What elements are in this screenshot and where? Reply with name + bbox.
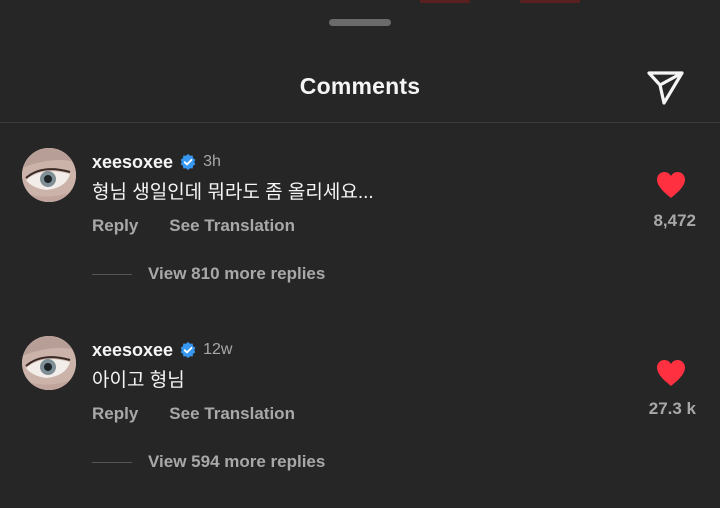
header-divider (0, 122, 720, 123)
heart-icon[interactable] (655, 170, 687, 200)
comment-header: xeesoxee 3h (92, 150, 221, 174)
reply-button[interactable]: Reply (92, 404, 138, 424)
verified-badge-icon (180, 341, 196, 359)
username[interactable]: xeesoxee (92, 340, 173, 361)
comment-actions: Reply See Translation (92, 404, 295, 424)
comment-timestamp: 3h (203, 153, 221, 170)
replies-divider-line (92, 461, 132, 463)
see-translation-button[interactable]: See Translation (169, 404, 295, 424)
comment-text: 아이고 형님 (92, 370, 185, 391)
avatar[interactable] (22, 336, 76, 390)
heart-icon[interactable] (655, 358, 687, 388)
comment-text: 형님 생일인데 뭐라도 좀 올리세요... (92, 182, 374, 203)
reply-button[interactable]: Reply (92, 216, 138, 236)
send-icon[interactable] (644, 65, 686, 107)
avatar[interactable] (22, 148, 76, 202)
sheet-grab-handle[interactable] (329, 19, 391, 26)
see-translation-button[interactable]: See Translation (169, 216, 295, 236)
comment-item: xeesoxee 12w 아이고 형님 Reply See Translatio… (0, 336, 720, 486)
view-replies-label: View 810 more replies (148, 264, 326, 283)
comment-actions: Reply See Translation (92, 216, 295, 236)
comment-header: xeesoxee 12w (92, 338, 232, 362)
like-count: 27.3 k (648, 399, 696, 418)
comment-item: xeesoxee 3h 형님 생일인데 뭐라도 좀 올리세요... Reply … (0, 148, 720, 298)
view-replies-button[interactable]: View 810 more replies (92, 264, 325, 284)
username[interactable]: xeesoxee (92, 152, 173, 173)
comments-header: Comments (0, 55, 720, 117)
page-title: Comments (299, 73, 421, 99)
comment-timestamp: 12w (203, 341, 233, 358)
top-edge-strip (0, 0, 720, 6)
verified-badge-icon (180, 153, 196, 171)
view-replies-button[interactable]: View 594 more replies (92, 452, 325, 472)
comments-sheet: Comments xeesoxee 3h 형님 생일인데 뭐라도 좀 올리세요.… (0, 0, 720, 508)
like-count: 8,472 (653, 211, 696, 230)
view-replies-label: View 594 more replies (148, 452, 326, 471)
replies-divider-line (92, 273, 132, 275)
